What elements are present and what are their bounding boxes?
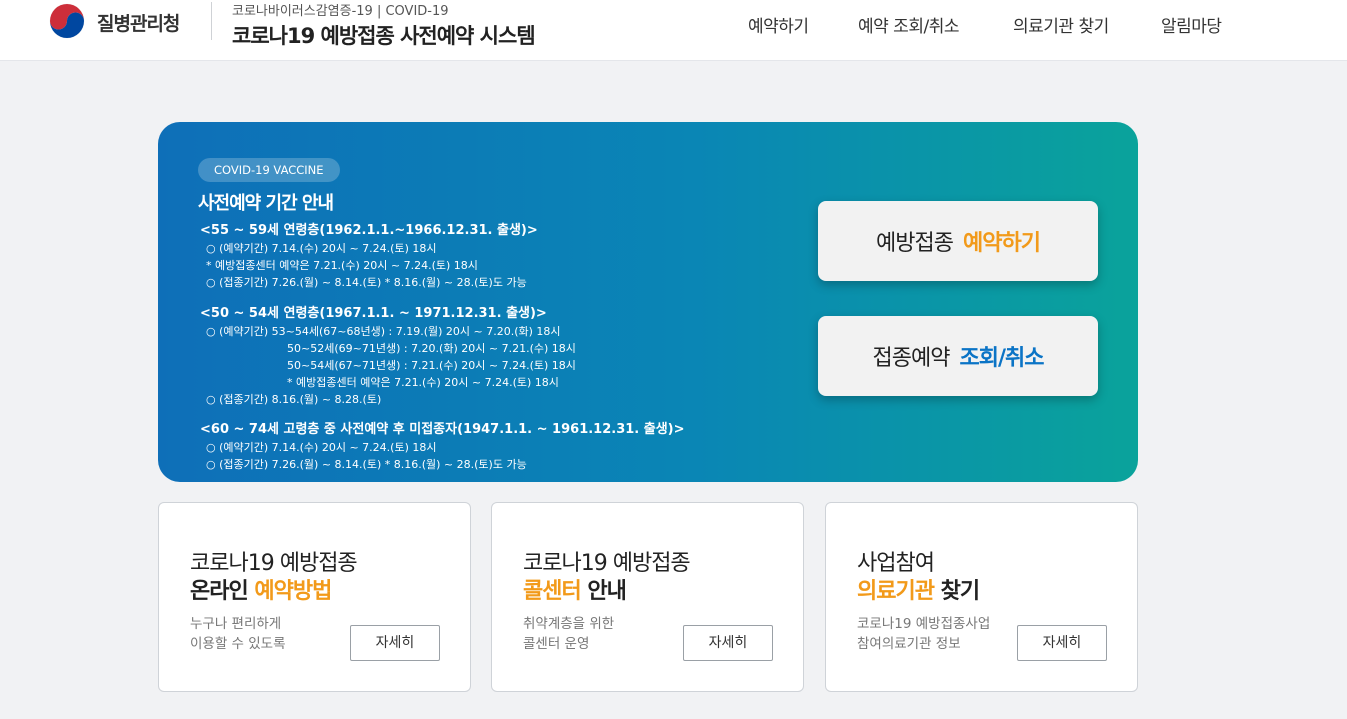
nav-item-find-hospital[interactable]: 의료기관 찾기 xyxy=(1013,12,1109,37)
section-line: * 예방접종센터 예약은 7.21.(수) 20시 ~ 7.24.(토) 18시 xyxy=(287,376,559,389)
reserve-vaccination-button[interactable]: 예방접종 예약하기 xyxy=(818,201,1098,281)
vaccine-badge: COVID-19 VACCINE xyxy=(198,158,340,182)
card-online-reservation: 코로나19 예방접종 온라인 예약방법 누구나 편리하게 이용할 수 있도록 자… xyxy=(158,502,471,692)
header-subtitle: 코로나바이러스감염증-19 | COVID-19 xyxy=(232,4,449,19)
nav-item-reserve[interactable]: 예약하기 xyxy=(748,12,809,37)
header-divider xyxy=(211,2,212,40)
card-subtitle-highlight: 콜센터 xyxy=(523,579,582,604)
card-description: 코로나19 예방접종사업 참여의료기관 정보 xyxy=(857,614,990,654)
section-heading: <60 ~ 74세 고령층 중 사전예약 후 미접종자(1947.1.1. ~ … xyxy=(200,422,685,437)
hero-title: 사전예약 기간 안내 xyxy=(198,193,334,214)
section-line: ○ (접종기간) 7.26.(월) ~ 8.14.(토) * 8.16.(월) … xyxy=(206,458,527,471)
card-desc-line: 이용할 수 있도록 xyxy=(190,636,286,652)
card-desc-line: 코로나19 예방접종사업 xyxy=(857,616,991,632)
details-button[interactable]: 자세히 xyxy=(683,625,773,661)
page-title[interactable]: 코로나19 예방접종 사전예약 시스템 xyxy=(232,20,536,50)
card-call-center: 코로나19 예방접종 콜센터 안내 취약계층을 위한 콜센터 운영 자세히 xyxy=(491,502,804,692)
section-line: * 예방접종센터 예약은 7.21.(수) 20시 ~ 7.24.(토) 18시 xyxy=(206,259,478,272)
section-line: ○ (예약기간) 7.14.(수) 20시 ~ 7.24.(토) 18시 xyxy=(206,242,437,255)
button-label-highlight: 예약하기 xyxy=(963,231,1041,256)
card-desc-line: 누구나 편리하게 xyxy=(190,616,282,632)
card-subtitle-part: 온라인 xyxy=(190,579,255,604)
card-subtitle-highlight: 예약방법 xyxy=(254,579,332,604)
button-label-prefix: 예방접종 xyxy=(876,231,954,256)
card-description: 누구나 편리하게 이용할 수 있도록 xyxy=(190,614,286,654)
schedule-section-55-59: <55 ~ 59세 연령층(1962.1.1.~1966.12.31. 출생)>… xyxy=(200,222,538,291)
card-subtitle: 온라인 예약방법 xyxy=(190,573,332,605)
card-subtitle-highlight: 의료기관 xyxy=(857,579,935,604)
nav-item-notice[interactable]: 알림마당 xyxy=(1161,12,1222,37)
card-desc-line: 취약계층을 위한 xyxy=(523,616,615,632)
card-description: 취약계층을 위한 콜센터 운영 xyxy=(523,614,614,654)
section-line: ○ (예약기간) 7.14.(수) 20시 ~ 7.24.(토) 18시 xyxy=(206,441,437,454)
hero-banner: COVID-19 VACCINE 사전예약 기간 안내 <55 ~ 59세 연령… xyxy=(158,122,1138,482)
card-subtitle: 의료기관 찾기 xyxy=(857,573,980,605)
section-heading: <50 ~ 54세 연령층(1967.1.1. ~ 1971.12.31. 출생… xyxy=(200,306,547,321)
card-subtitle-part: 안내 xyxy=(580,579,626,604)
button-label-prefix: 접종예약 xyxy=(872,346,951,371)
section-line: ○ (예약기간) 53~54세(67~68년생) : 7.19.(월) 20시 … xyxy=(206,325,561,338)
nav-item-lookup-cancel[interactable]: 예약 조회/취소 xyxy=(858,12,959,37)
card-desc-line: 콜센터 운영 xyxy=(523,636,590,652)
section-line: ○ (접종기간) 8.16.(월) ~ 8.28.(토) xyxy=(206,393,382,406)
section-heading: <55 ~ 59세 연령층(1962.1.1.~1966.12.31. 출생)> xyxy=(200,223,538,238)
schedule-section-60-74: <60 ~ 74세 고령층 중 사전예약 후 미접종자(1947.1.1. ~ … xyxy=(200,421,685,473)
section-line: ○ (접종기간) 7.26.(월) ~ 8.14.(토) * 8.16.(월) … xyxy=(206,276,527,289)
card-desc-line: 참여의료기관 정보 xyxy=(857,636,961,652)
lookup-cancel-button[interactable]: 접종예약 조회/취소 xyxy=(818,316,1098,396)
card-subtitle-part: 찾기 xyxy=(933,579,980,604)
details-button[interactable]: 자세히 xyxy=(350,625,440,661)
taegeuk-logo-icon[interactable] xyxy=(49,3,85,39)
details-button[interactable]: 자세히 xyxy=(1017,625,1107,661)
agency-name[interactable]: 질병관리청 xyxy=(97,9,180,36)
card-find-hospital: 사업참여 의료기관 찾기 코로나19 예방접종사업 참여의료기관 정보 자세히 xyxy=(825,502,1138,692)
section-line: 50~52세(69~71년생) : 7.20.(화) 20시 ~ 7.21.(수… xyxy=(287,342,576,355)
card-subtitle: 콜센터 안내 xyxy=(523,573,627,605)
section-line: 50~54세(67~71년생) : 7.21.(수) 20시 ~ 7.24.(토… xyxy=(287,359,576,372)
schedule-section-50-54: <50 ~ 54세 연령층(1967.1.1. ~ 1971.12.31. 출생… xyxy=(200,305,576,408)
site-header: 질병관리청 코로나바이러스감염증-19 | COVID-19 코로나19 예방접… xyxy=(0,0,1347,61)
button-label-highlight: 조회/취소 xyxy=(959,346,1044,371)
